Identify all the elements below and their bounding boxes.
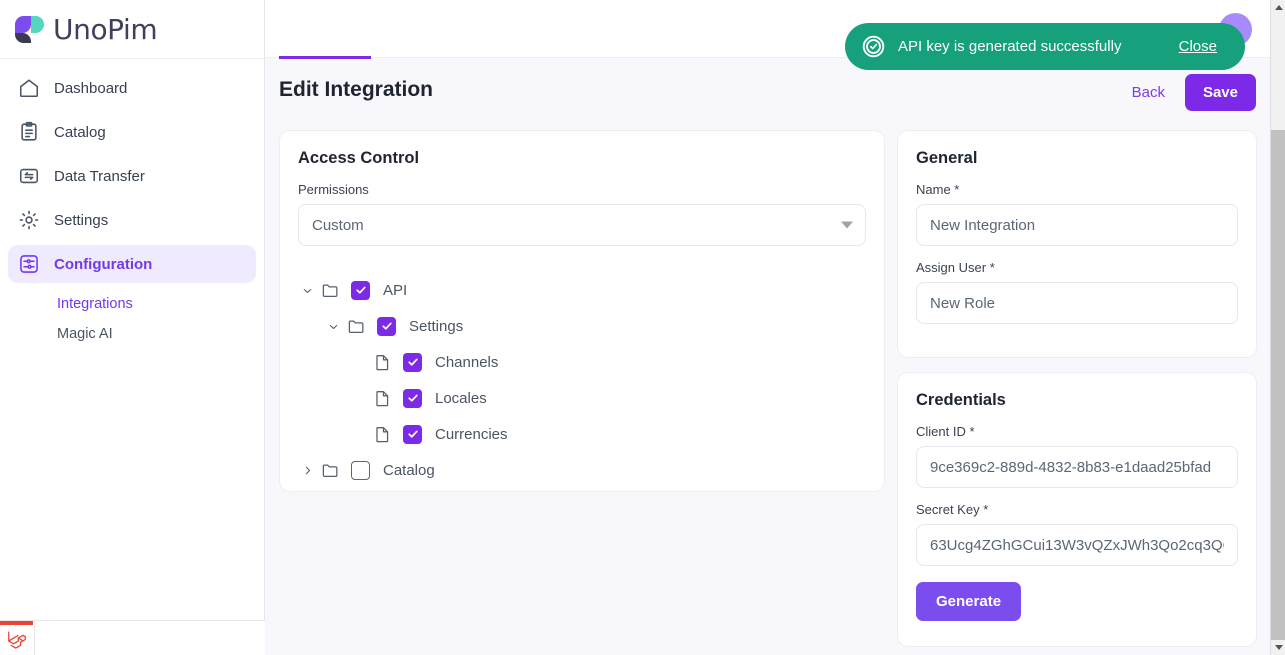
access-control-title: Access Control	[298, 149, 866, 168]
gear-icon	[18, 209, 40, 231]
tree-checkbox-unchecked[interactable]	[351, 461, 370, 480]
success-toast: API key is generated successfully Close	[845, 23, 1245, 70]
tree-row[interactable]: Channels	[298, 344, 866, 380]
name-field[interactable]	[916, 204, 1238, 246]
folder-icon	[321, 281, 340, 300]
sidebar-subitem-label: Integrations	[57, 296, 133, 312]
client-id-field[interactable]	[916, 446, 1238, 488]
file-icon	[373, 353, 392, 372]
debugbar[interactable]	[0, 620, 265, 655]
debugbar-accent-strip	[0, 621, 33, 625]
tree-row[interactable]: API	[298, 272, 866, 308]
sidebar-subitem-label: Magic AI	[57, 326, 113, 342]
credentials-card: Credentials Client ID * Secret Key * Gen…	[897, 372, 1257, 647]
check-icon	[407, 356, 419, 368]
page-scrollbar[interactable]	[1270, 0, 1285, 655]
brand-name: UnoPim	[53, 13, 157, 46]
content-area: Access Control Permissions API	[265, 120, 1270, 655]
sidebar-item-label: Catalog	[54, 124, 106, 141]
secret-key-field[interactable]	[916, 524, 1238, 566]
general-card: General Name * Assign User *	[897, 130, 1257, 358]
sidebar-item-integrations[interactable]: Integrations	[8, 289, 256, 319]
tree-row-label: Channels	[435, 354, 498, 371]
chevron-down-icon[interactable]	[298, 281, 316, 299]
assign-user-field[interactable]	[916, 282, 1238, 324]
debugbar-divider	[34, 621, 35, 655]
sidebar-item-settings[interactable]: Settings	[8, 201, 256, 239]
toast-close-button[interactable]: Close	[1173, 37, 1223, 56]
main-content: Edit Integration Back Save Access Contro…	[265, 0, 1270, 655]
sidebar-item-label: Settings	[54, 212, 108, 229]
check-icon	[407, 392, 419, 404]
tree-row-label: Settings	[409, 318, 463, 335]
unopim-logo-icon	[13, 15, 46, 44]
tree-row[interactable]: Catalog	[298, 452, 866, 488]
secret-key-label: Secret Key *	[916, 502, 1238, 517]
tree-twisty-spacer	[350, 353, 368, 371]
tree-checkbox-checked[interactable]	[403, 425, 422, 444]
sidebar-item-data-transfer[interactable]: Data Transfer	[8, 157, 256, 195]
toast-message: API key is generated successfully	[898, 38, 1143, 55]
permissions-select-wrap	[298, 204, 866, 246]
sidebar-item-label: Dashboard	[54, 80, 127, 97]
tree-row[interactable]: Settings	[298, 308, 866, 344]
access-control-card: Access Control Permissions API	[279, 130, 885, 492]
tree-twisty-spacer	[350, 389, 368, 407]
sidebar-item-configuration[interactable]: Configuration	[8, 245, 256, 283]
file-icon	[373, 425, 392, 444]
transfer-arrows-icon	[18, 165, 40, 187]
header-actions: Back Save	[1128, 74, 1256, 111]
generate-button[interactable]: Generate	[916, 582, 1021, 621]
permissions-tree: API Settings Channels Locales	[298, 272, 866, 488]
laravel-icon	[6, 628, 28, 650]
check-circle-icon	[861, 34, 886, 59]
sidebar-nav: Dashboard Catalog Data Transfer	[0, 59, 264, 349]
page-title: Edit Integration	[279, 78, 433, 102]
tree-checkbox-checked[interactable]	[351, 281, 370, 300]
tree-row-label: Catalog	[383, 462, 435, 479]
clipboard-list-icon	[18, 121, 40, 143]
chevron-right-icon[interactable]	[298, 461, 316, 479]
tree-row-label: API	[383, 282, 407, 299]
check-icon	[381, 320, 393, 332]
scrollbar-down-arrow-icon[interactable]	[1271, 640, 1285, 655]
assign-user-label: Assign User *	[916, 260, 1238, 275]
save-button[interactable]: Save	[1185, 74, 1256, 111]
permissions-select[interactable]	[298, 204, 866, 246]
home-icon	[18, 77, 40, 99]
brand[interactable]: UnoPim	[0, 0, 264, 59]
sidebar-item-dashboard[interactable]: Dashboard	[8, 69, 256, 107]
file-icon	[373, 389, 392, 408]
sidebar: UnoPim Dashboard Catalog	[0, 0, 265, 655]
tree-row-label: Locales	[435, 390, 487, 407]
scrollbar-thumb[interactable]	[1271, 130, 1285, 640]
active-tab-indicator	[279, 56, 371, 59]
sidebar-item-catalog[interactable]: Catalog	[8, 113, 256, 151]
sidebar-item-magic-ai[interactable]: Magic AI	[8, 319, 256, 349]
app-root: UnoPim Dashboard Catalog	[0, 0, 1285, 655]
general-title: General	[916, 149, 1238, 168]
client-id-label: Client ID *	[916, 424, 1238, 439]
scrollbar-up-arrow-icon[interactable]	[1271, 0, 1285, 15]
sidebar-item-label: Data Transfer	[54, 168, 145, 185]
folder-icon	[347, 317, 366, 336]
tree-row-label: Currencies	[435, 426, 508, 443]
name-label: Name *	[916, 182, 1238, 197]
sidebar-item-label: Configuration	[54, 256, 152, 273]
tree-checkbox-checked[interactable]	[377, 317, 396, 336]
tree-row[interactable]: Locales	[298, 380, 866, 416]
tree-row[interactable]: Currencies	[298, 416, 866, 452]
permissions-label: Permissions	[298, 182, 866, 197]
tree-checkbox-checked[interactable]	[403, 389, 422, 408]
sliders-icon	[18, 253, 40, 275]
folder-icon	[321, 461, 340, 480]
check-icon	[355, 284, 367, 296]
tree-checkbox-checked[interactable]	[403, 353, 422, 372]
chevron-down-icon[interactable]	[324, 317, 342, 335]
tree-twisty-spacer	[350, 425, 368, 443]
credentials-title: Credentials	[916, 391, 1238, 410]
back-button[interactable]: Back	[1128, 78, 1169, 107]
check-icon	[407, 428, 419, 440]
